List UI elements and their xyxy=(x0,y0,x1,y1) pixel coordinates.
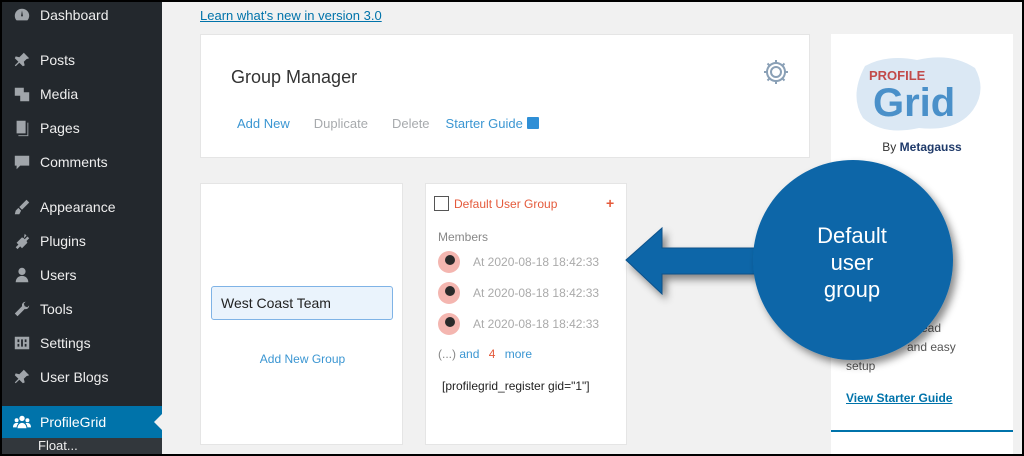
sidebar-item-label: Dashboard xyxy=(40,7,109,23)
sidebar-item-label: Posts xyxy=(40,52,76,68)
group-name-link[interactable]: Default User Group xyxy=(454,197,557,211)
sidebar-item-pages[interactable]: Pages xyxy=(2,112,162,144)
admin-sidebar: Dashboard Posts Media Pages Comments App… xyxy=(2,2,162,454)
sidebar-item-label: Pages xyxy=(40,120,80,136)
pin-icon xyxy=(12,50,32,70)
media-icon xyxy=(12,84,32,104)
duplicate-button[interactable]: Duplicate xyxy=(314,116,368,131)
by-label: By xyxy=(882,140,897,154)
more-members: (...) and 4 more xyxy=(438,347,532,361)
group-manager-header: Group Manager Add New Duplicate Delete S… xyxy=(200,34,810,158)
promo-text: d read xyxy=(907,321,942,335)
sidebar-item-label: Users xyxy=(40,267,77,283)
sidebar-item-plugins[interactable]: Plugins xyxy=(2,225,162,257)
starter-guide-link[interactable]: Starter Guide xyxy=(446,116,539,131)
callout-line: Default xyxy=(817,223,887,248)
page-title: Group Manager xyxy=(231,67,358,87)
promo-divider xyxy=(831,430,1013,432)
pages-icon xyxy=(12,118,32,138)
add-new-group-link[interactable]: Add New Group xyxy=(201,352,404,366)
view-starter-guide-link[interactable]: View Starter Guide xyxy=(846,391,952,405)
more-and: and xyxy=(459,347,480,361)
pin-icon xyxy=(12,367,32,387)
sidebar-item-label: Media xyxy=(40,86,79,102)
screenshot-frame: Dashboard Posts Media Pages Comments App… xyxy=(0,0,1024,456)
avatar xyxy=(438,251,460,273)
promo-text: setup xyxy=(846,359,876,373)
comments-icon xyxy=(12,152,32,172)
sidebar-item-label: ProfileGrid xyxy=(40,414,107,430)
sidebar-item-comments[interactable]: Comments xyxy=(2,146,162,178)
group-name-input[interactable]: West Coast Team xyxy=(211,286,393,320)
profilegrid-logo: PROFILE Grid xyxy=(856,57,981,131)
active-indicator xyxy=(154,414,162,430)
sidebar-item-posts[interactable]: Posts xyxy=(2,44,162,76)
sidebar-item-label: Tools xyxy=(40,301,73,317)
sidebar-item-label: Comments xyxy=(40,154,108,170)
group-shortcode: [profilegrid_register gid="1"] xyxy=(442,379,590,393)
member-timestamp: At 2020-08-18 18:42:33 xyxy=(473,286,600,300)
more-members-link[interactable]: more xyxy=(505,347,532,361)
group-actions: Add New Duplicate Delete Starter Guide xyxy=(237,116,563,131)
sidebar-item-media[interactable]: Media xyxy=(2,78,162,110)
sidebar-item-label: User Blogs xyxy=(40,369,109,385)
new-group-panel: West Coast Team Add New Group xyxy=(200,183,403,445)
member-timestamp: At 2020-08-18 18:42:33 xyxy=(473,317,600,331)
dashboard-icon xyxy=(12,5,32,25)
callout-arrow xyxy=(625,226,773,296)
book-icon xyxy=(526,117,539,129)
whats-new-link[interactable]: Learn what's new in version 3.0 xyxy=(200,8,382,23)
group-icon xyxy=(12,412,32,432)
brush-icon xyxy=(12,197,32,217)
more-count: 4 xyxy=(488,347,496,361)
callout-line: user xyxy=(830,250,874,275)
promo-text: and easy xyxy=(907,340,956,354)
plus-icon[interactable]: + xyxy=(606,195,614,211)
sidebar-item-users[interactable]: Users xyxy=(2,259,162,291)
member-row[interactable]: At 2020-08-18 18:42:33 xyxy=(438,251,599,273)
members-label: Members xyxy=(438,230,489,244)
sidebar-item-dashboard[interactable]: Dashboard xyxy=(2,2,162,31)
callout-label: Default user group xyxy=(790,222,914,303)
starter-guide-label: Starter Guide xyxy=(445,116,523,131)
avatar xyxy=(438,282,460,304)
sidebar-item-label: Appearance xyxy=(40,199,116,215)
avatar xyxy=(438,313,460,335)
member-timestamp: At 2020-08-18 18:42:33 xyxy=(473,255,600,269)
group-select-checkbox[interactable] xyxy=(434,196,449,211)
plugin-icon xyxy=(12,231,32,251)
sidebar-item-label: Plugins xyxy=(40,233,86,249)
sidebar-subitem[interactable]: Float... xyxy=(2,438,162,454)
users-icon xyxy=(12,265,32,285)
sidebar-item-appearance[interactable]: Appearance xyxy=(2,191,162,223)
sidebar-item-tools[interactable]: Tools xyxy=(2,293,162,325)
gear-icon[interactable] xyxy=(762,58,790,86)
add-new-button[interactable]: Add New xyxy=(237,116,290,131)
sidebar-item-user-blogs[interactable]: User Blogs xyxy=(2,361,162,393)
svg-text:Grid: Grid xyxy=(873,81,955,125)
callout-line: group xyxy=(823,277,881,302)
member-row[interactable]: At 2020-08-18 18:42:33 xyxy=(438,313,599,335)
brand-name: Metagauss xyxy=(899,140,962,154)
more-prefix: (...) xyxy=(438,347,456,361)
sidebar-item-profilegrid[interactable]: ProfileGrid xyxy=(2,406,162,438)
delete-button[interactable]: Delete xyxy=(392,116,430,131)
settings-icon xyxy=(12,333,32,353)
promo-byline: By Metagauss xyxy=(831,140,1013,154)
sidebar-item-label: Settings xyxy=(40,335,91,351)
wrench-icon xyxy=(12,299,32,319)
member-row[interactable]: At 2020-08-18 18:42:33 xyxy=(438,282,599,304)
sidebar-item-settings[interactable]: Settings xyxy=(2,327,162,359)
group-card-default: Default User Group + Members At 2020-08-… xyxy=(425,183,627,445)
